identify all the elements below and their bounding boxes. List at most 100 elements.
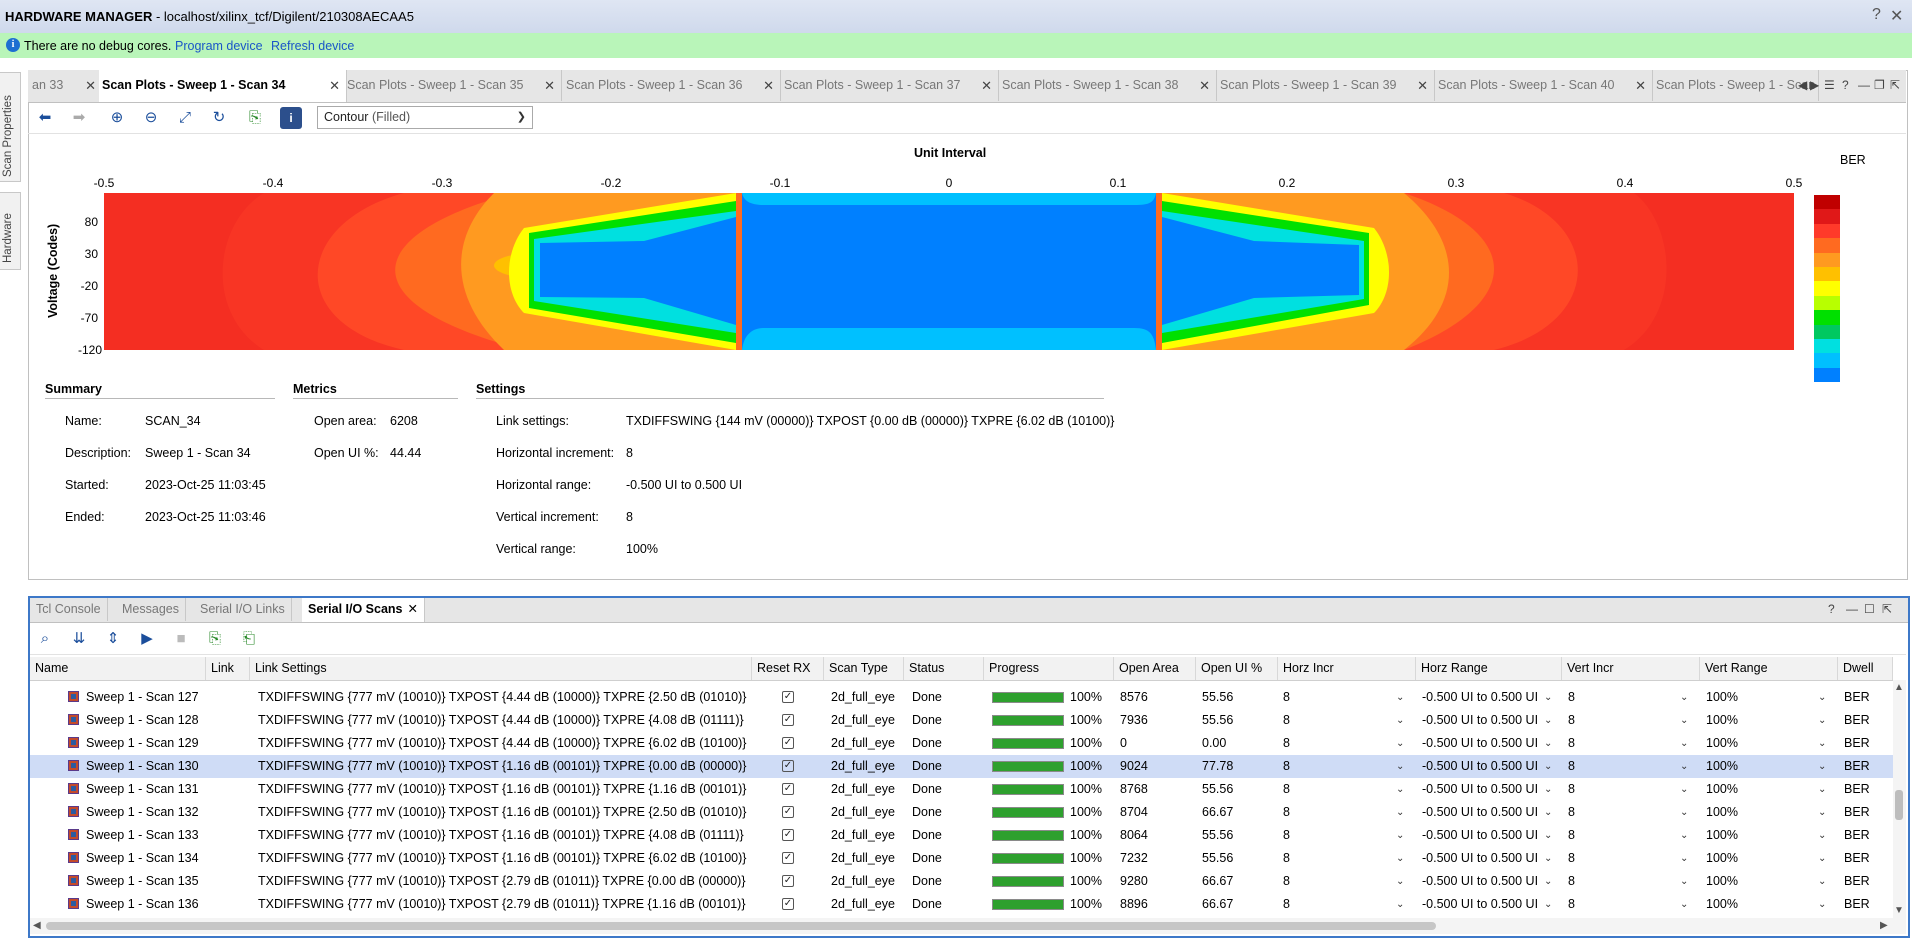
tab-scroll-right-icon[interactable]: ▶ xyxy=(1810,78,1819,92)
zoom-out-icon[interactable]: ⊖ xyxy=(140,107,162,129)
help-icon[interactable]: ? xyxy=(1872,6,1881,24)
tab-scan-38[interactable]: Scan Plots - Sweep 1 - Scan 38 ✕ xyxy=(999,70,1217,101)
vert-range[interactable]: 100% xyxy=(1706,893,1816,916)
maximize-icon[interactable]: ☐ xyxy=(1864,602,1875,616)
col-link-settings[interactable]: Link Settings xyxy=(250,657,752,680)
table-row[interactable]: Sweep 1 - Scan 127 TXDIFFSWING {777 mV (1… xyxy=(30,686,1893,709)
minimize-icon[interactable]: — xyxy=(1858,78,1870,92)
expand-all-icon[interactable]: ⇕ xyxy=(102,628,124,650)
close-icon[interactable]: ✕ xyxy=(1635,70,1646,101)
chevron-down-icon[interactable]: ⌄ xyxy=(1680,899,1688,910)
vert-incr[interactable]: 8 xyxy=(1568,686,1678,709)
vert-incr[interactable]: 8 xyxy=(1568,778,1678,801)
refresh-icon[interactable]: ↻ xyxy=(208,107,230,129)
vert-incr[interactable]: 8 xyxy=(1568,709,1678,732)
chevron-down-icon[interactable]: ⌄ xyxy=(1680,715,1688,726)
scroll-down-icon[interactable]: ▼ xyxy=(1894,905,1904,916)
horz-incr[interactable]: 8 xyxy=(1283,893,1393,916)
chevron-down-icon[interactable]: ⌄ xyxy=(1396,807,1404,818)
export-icon[interactable]: ⎘ xyxy=(244,107,266,129)
table-row[interactable]: Sweep 1 - Scan 130 TXDIFFSWING {777 mV (1… xyxy=(30,755,1893,778)
chevron-down-icon[interactable]: ⌄ xyxy=(1818,715,1826,726)
reset-rx-checkbox[interactable]: ✓ xyxy=(782,691,794,703)
tab-serial-io-links[interactable]: Serial I/O Links xyxy=(194,598,292,621)
close-icon[interactable]: ✕ xyxy=(1890,6,1903,26)
help-icon[interactable]: ? xyxy=(1842,78,1849,92)
chevron-down-icon[interactable]: ⌄ xyxy=(1544,876,1552,887)
tab-scan-40[interactable]: Scan Plots - Sweep 1 - Scan 40 ✕ xyxy=(1435,70,1653,101)
chevron-down-icon[interactable]: ⌄ xyxy=(1544,853,1552,864)
vert-incr[interactable]: 8 xyxy=(1568,893,1678,916)
chevron-down-icon[interactable]: ⌄ xyxy=(1396,784,1404,795)
zoom-in-icon[interactable]: ⊕ xyxy=(106,107,128,129)
reset-rx-checkbox[interactable]: ✓ xyxy=(782,714,794,726)
close-icon[interactable]: ✕ xyxy=(763,70,774,101)
reset-rx-checkbox[interactable]: ✓ xyxy=(782,737,794,749)
chevron-down-icon[interactable]: ⌄ xyxy=(1396,692,1404,703)
chevron-down-icon[interactable]: ⌄ xyxy=(1818,807,1826,818)
close-icon[interactable]: ✕ xyxy=(85,70,96,101)
chevron-down-icon[interactable]: ⌄ xyxy=(1680,761,1688,772)
info-icon[interactable]: i xyxy=(280,107,302,129)
chevron-down-icon[interactable]: ⌄ xyxy=(1680,738,1688,749)
close-icon[interactable]: ✕ xyxy=(408,598,418,621)
back-icon[interactable]: ⬅ xyxy=(34,107,56,129)
tab-list-icon[interactable]: ☰ xyxy=(1824,78,1835,92)
close-icon[interactable]: ✕ xyxy=(1417,70,1428,101)
table-row[interactable]: Sweep 1 - Scan 129 TXDIFFSWING {777 mV (1… xyxy=(30,732,1893,755)
tab-scan-37[interactable]: Scan Plots - Sweep 1 - Scan 37 ✕ xyxy=(781,70,999,101)
horz-incr[interactable]: 8 xyxy=(1283,801,1393,824)
horz-incr[interactable]: 8 xyxy=(1283,755,1393,778)
tab-scan-34[interactable]: Scan Plots - Sweep 1 - Scan 34 ✕ xyxy=(99,70,347,102)
reset-rx-checkbox[interactable]: ✓ xyxy=(782,760,794,772)
chevron-down-icon[interactable]: ⌄ xyxy=(1680,876,1688,887)
tab-scan-33[interactable]: an 33 ✕ xyxy=(28,70,103,101)
vert-incr[interactable]: 8 xyxy=(1568,732,1678,755)
chevron-down-icon[interactable]: ⌄ xyxy=(1544,761,1552,772)
horz-incr[interactable]: 8 xyxy=(1283,709,1393,732)
vert-range[interactable]: 100% xyxy=(1706,870,1816,893)
chevron-down-icon[interactable]: ⌄ xyxy=(1818,830,1826,841)
plot-type-select[interactable]: Contour (Filled) ❯ xyxy=(317,106,533,129)
vert-range[interactable]: 100% xyxy=(1706,824,1816,847)
chevron-down-icon[interactable]: ⌄ xyxy=(1680,853,1688,864)
chevron-down-icon[interactable]: ⌄ xyxy=(1396,899,1404,910)
reset-rx-checkbox[interactable]: ✓ xyxy=(782,783,794,795)
tab-scan-35[interactable]: Scan Plots - Sweep 1 - Scan 35 ✕ xyxy=(344,70,562,101)
chevron-down-icon[interactable]: ⌄ xyxy=(1818,853,1826,864)
vert-range[interactable]: 100% xyxy=(1706,709,1816,732)
maximize-icon[interactable]: ⇱ xyxy=(1890,78,1900,92)
vertical-scroll-thumb[interactable] xyxy=(1895,790,1903,820)
col-status[interactable]: Status xyxy=(904,657,984,680)
horz-incr[interactable]: 8 xyxy=(1283,686,1393,709)
horz-range[interactable]: -0.500 UI to 0.500 UI xyxy=(1422,778,1550,801)
chevron-down-icon[interactable]: ⌄ xyxy=(1680,830,1688,841)
horz-incr[interactable]: 8 xyxy=(1283,847,1393,870)
horz-incr[interactable]: 8 xyxy=(1283,870,1393,893)
export-icon[interactable]: ⎘ xyxy=(204,628,226,650)
horz-range[interactable]: -0.500 UI to 0.500 UI xyxy=(1422,709,1550,732)
vert-incr[interactable]: 8 xyxy=(1568,755,1678,778)
table-row[interactable]: Sweep 1 - Scan 134 TXDIFFSWING {777 mV (1… xyxy=(30,847,1893,870)
col-open-area[interactable]: Open Area xyxy=(1114,657,1196,680)
chevron-down-icon[interactable]: ⌄ xyxy=(1544,830,1552,841)
chevron-down-icon[interactable]: ⌄ xyxy=(1544,899,1552,910)
chevron-down-icon[interactable]: ⌄ xyxy=(1544,784,1552,795)
tab-scan-39[interactable]: Scan Plots - Sweep 1 - Scan 39 ✕ xyxy=(1217,70,1435,101)
chevron-down-icon[interactable]: ⌄ xyxy=(1396,853,1404,864)
chevron-down-icon[interactable]: ⌄ xyxy=(1818,761,1826,772)
reset-rx-checkbox[interactable]: ✓ xyxy=(782,875,794,887)
chevron-down-icon[interactable]: ⌄ xyxy=(1396,761,1404,772)
chevron-down-icon[interactable]: ⌄ xyxy=(1680,807,1688,818)
horz-incr[interactable]: 8 xyxy=(1283,778,1393,801)
chevron-down-icon[interactable]: ⌄ xyxy=(1818,784,1826,795)
col-vert-range[interactable]: Vert Range xyxy=(1700,657,1838,680)
scroll-left-icon[interactable]: ◀ xyxy=(33,920,41,931)
horz-incr[interactable]: 8 xyxy=(1283,824,1393,847)
chevron-down-icon[interactable]: ⌄ xyxy=(1818,876,1826,887)
reset-rx-checkbox[interactable]: ✓ xyxy=(782,852,794,864)
close-icon[interactable]: ✕ xyxy=(329,70,340,101)
vert-range[interactable]: 100% xyxy=(1706,847,1816,870)
table-row[interactable]: Sweep 1 - Scan 128 TXDIFFSWING {777 mV (1… xyxy=(30,709,1893,732)
horz-range[interactable]: -0.500 UI to 0.500 UI xyxy=(1422,801,1550,824)
